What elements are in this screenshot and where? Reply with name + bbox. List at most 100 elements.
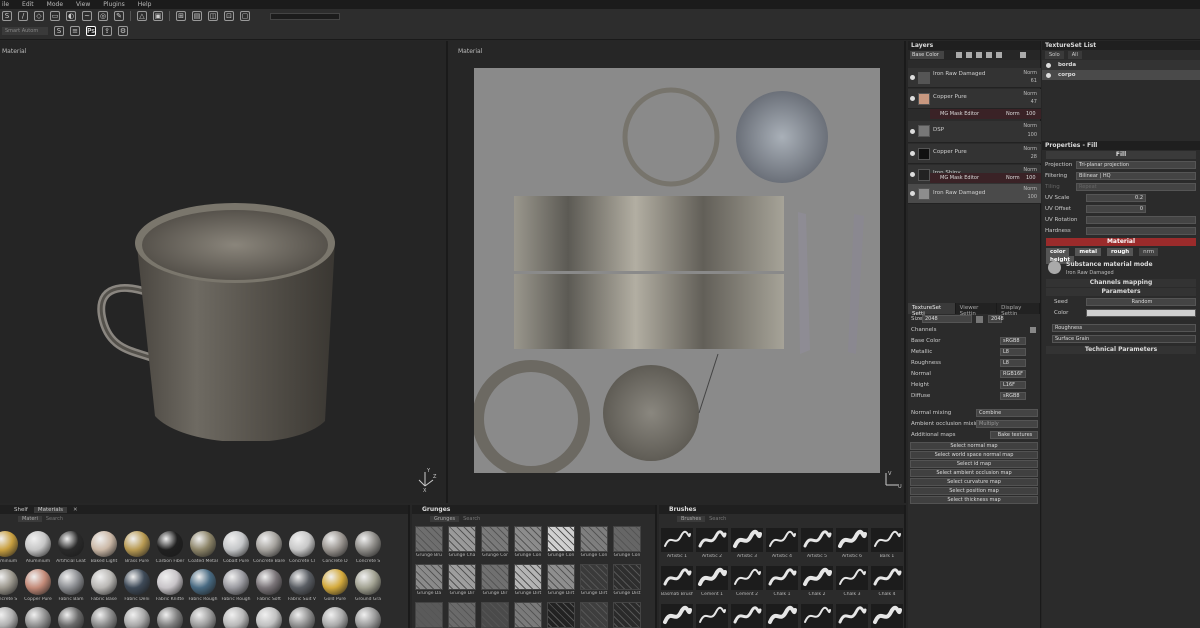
grunge-thumbnail[interactable] <box>580 526 608 552</box>
symmetry-icon[interactable]: ⊞ <box>176 11 186 21</box>
material-thumbnail[interactable] <box>289 569 315 595</box>
visibility-eye-icon[interactable] <box>910 172 915 177</box>
material-thumbnail[interactable] <box>322 569 348 595</box>
size-secondary[interactable]: 2048 <box>988 315 1004 323</box>
tab-textureset-settings[interactable]: TextureSet Setti <box>908 303 956 317</box>
material-thumbnail[interactable] <box>256 569 282 595</box>
channel-format[interactable]: sRGB8 <box>1000 337 1026 345</box>
search-field[interactable]: Search <box>46 516 63 522</box>
material-thumbnail[interactable] <box>223 607 249 628</box>
brush-thumbnail[interactable] <box>871 528 903 552</box>
material-thumbnail[interactable] <box>256 531 282 557</box>
channel-format[interactable]: RGB16F <box>1000 370 1026 378</box>
brush-thumbnail[interactable] <box>731 528 763 552</box>
settings-gear-icon[interactable]: ⚙ <box>118 26 128 36</box>
search-field[interactable]: Search <box>709 516 726 522</box>
brush-thumbnail[interactable] <box>766 604 798 628</box>
textureset-item[interactable]: borda <box>1042 60 1200 70</box>
select-position-map-button[interactable]: Select position map <box>910 487 1038 495</box>
add-mask-icon[interactable] <box>976 52 982 58</box>
material-thumbnail[interactable] <box>25 607 51 628</box>
material-thumbnail[interactable] <box>355 569 381 595</box>
grunge-thumbnail[interactable] <box>448 564 476 590</box>
surface-grain-slider[interactable]: Surface Grain <box>1052 335 1196 343</box>
material-thumbnail[interactable] <box>25 569 51 595</box>
menu-edit[interactable]: Edit <box>22 1 34 8</box>
layers-stack-icon[interactable]: ≡ <box>70 26 80 36</box>
brush-thumbnail[interactable] <box>871 604 903 628</box>
material-thumbnail[interactable] <box>25 531 51 557</box>
grunge-thumbnail[interactable] <box>514 602 542 628</box>
brush-thumbnail[interactable] <box>661 604 693 628</box>
search-field[interactable]: Search <box>463 516 480 522</box>
material-thumbnail[interactable] <box>190 531 216 557</box>
filter-chip[interactable]: Grunges <box>430 515 460 522</box>
geometry-mask-icon[interactable]: ◐ <box>66 11 76 21</box>
grunge-thumbnail[interactable] <box>547 602 575 628</box>
brush-thumbnail[interactable] <box>661 528 693 552</box>
brush-thumbnail[interactable] <box>801 528 833 552</box>
mug-3d-model[interactable] <box>95 181 395 441</box>
polygon-fill-icon[interactable]: △ <box>137 11 147 21</box>
smart-auto-button[interactable]: Smart Autom <box>2 27 48 35</box>
eraser-icon[interactable]: ◇ <box>34 11 44 21</box>
channel-format[interactable]: L8 <box>1000 359 1026 367</box>
display-icon[interactable]: ▤ <box>192 11 202 21</box>
filtering-dropdown[interactable]: Bilinear | HQ <box>1076 172 1196 180</box>
layer-opacity[interactable]: 47 <box>1031 99 1037 105</box>
channel-toggle-color[interactable]: color <box>1046 248 1070 256</box>
tab-shelf[interactable]: Shelf <box>14 507 28 513</box>
photoshop-icon[interactable]: Ps <box>86 26 96 36</box>
visibility-eye-icon[interactable] <box>910 129 915 134</box>
grunge-thumbnail[interactable] <box>613 564 641 590</box>
grunge-thumbnail[interactable] <box>415 564 443 590</box>
screenshot-icon[interactable]: ⊡ <box>224 11 234 21</box>
normal-mixing-dropdown[interactable]: Combine <box>976 409 1038 417</box>
all-button[interactable]: All <box>1067 51 1082 59</box>
menu-help[interactable]: Help <box>138 1 152 8</box>
projection-icon[interactable]: ▭ <box>50 11 60 21</box>
roughness-slider[interactable]: Roughness <box>1052 324 1196 332</box>
grunge-thumbnail[interactable] <box>415 602 443 628</box>
material-thumbnail[interactable] <box>0 607 18 628</box>
layer-opacity[interactable]: 100 <box>1027 194 1037 200</box>
grunge-thumbnail[interactable] <box>481 602 509 628</box>
uv-scale-slider[interactable]: 0.2 <box>1086 194 1146 202</box>
channel-toggle-metal[interactable]: metal <box>1075 248 1102 256</box>
tab-display-settings[interactable]: Display Settin <box>997 303 1040 317</box>
brush-size-slider[interactable] <box>270 12 340 20</box>
camera-icon[interactable]: ▣ <box>153 11 163 21</box>
brush-thumbnail[interactable] <box>696 528 728 552</box>
mask-effect-row[interactable]: MG Mask Editor Norm 100 <box>930 109 1041 119</box>
add-folder-icon[interactable] <box>986 52 992 58</box>
add-layer-icon[interactable] <box>956 52 962 58</box>
material-picker-icon[interactable]: ✎ <box>114 11 124 21</box>
layer-blend-mode[interactable]: Norm <box>1023 123 1037 129</box>
export-icon[interactable]: ⇪ <box>102 26 112 36</box>
visibility-eye-icon[interactable] <box>910 151 915 156</box>
mask-opacity[interactable]: 100 <box>1026 111 1036 117</box>
menu-view[interactable]: View <box>76 1 90 8</box>
grunge-thumbnail[interactable] <box>481 526 509 552</box>
grunge-thumbnail[interactable] <box>481 564 509 590</box>
material-thumbnail[interactable] <box>322 607 348 628</box>
visibility-eye-icon[interactable] <box>910 191 915 196</box>
brush-thumbnail[interactable] <box>731 604 763 628</box>
material-thumbnail[interactable] <box>157 569 183 595</box>
material-thumbnail[interactable] <box>58 607 84 628</box>
brush-thumbnail[interactable] <box>836 604 868 628</box>
filter-chip[interactable]: Brushes <box>677 515 706 522</box>
mask-effect-row[interactable]: MG Mask Editor Norm 100 <box>930 173 1041 183</box>
material-thumbnail[interactable] <box>157 607 183 628</box>
brush-thumbnail[interactable] <box>766 528 798 552</box>
add-channel-icon[interactable] <box>1030 327 1036 333</box>
channels-mapping-header[interactable]: Channels mapping <box>1046 279 1196 287</box>
material-thumbnail[interactable] <box>289 531 315 557</box>
material-thumbnail[interactable] <box>223 569 249 595</box>
material-thumbnail[interactable] <box>355 607 381 628</box>
clone-icon[interactable]: ◎ <box>98 11 108 21</box>
tiling-dropdown[interactable]: Repeat <box>1076 183 1196 191</box>
grunge-thumbnail[interactable] <box>448 526 476 552</box>
brush-thumbnail[interactable] <box>836 566 868 590</box>
layer-row[interactable]: DSP Norm 100 <box>908 121 1041 143</box>
